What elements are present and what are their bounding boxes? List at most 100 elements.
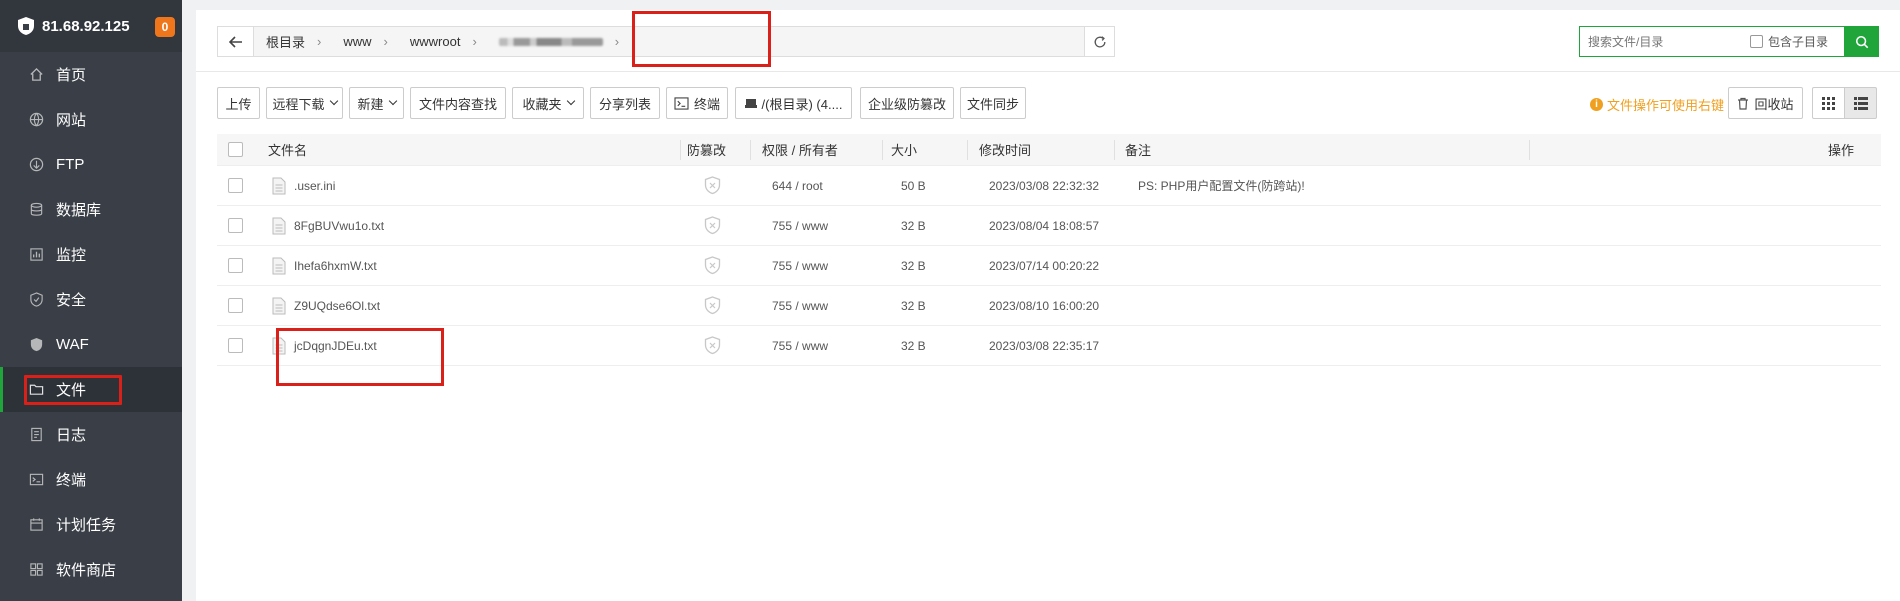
sidebar-item-label: 监控: [56, 247, 87, 264]
terminal-icon: [28, 472, 44, 488]
sidebar-item-ftp[interactable]: FTP: [0, 142, 182, 187]
sidebar-item-files[interactable]: 文件: [0, 367, 182, 412]
select-all-checkbox[interactable]: [228, 142, 243, 157]
back-button[interactable]: [218, 27, 254, 56]
new-button[interactable]: 新建: [349, 87, 404, 119]
row-checkbox[interactable]: [228, 218, 243, 233]
col-mtime[interactable]: 修改时间: [979, 140, 1031, 159]
crumb-site-redacted[interactable]: ›: [487, 34, 629, 49]
sidebar-item-waf[interactable]: WAF: [0, 322, 182, 367]
tamper-shield-icon[interactable]: [704, 296, 721, 315]
sidebar-item-label: 终端: [56, 472, 87, 489]
terminal-icon: [674, 96, 689, 110]
tamper-shield-icon[interactable]: [704, 336, 721, 355]
calendar-icon: [28, 517, 44, 533]
mtime-cell: 2023/08/04 18:08:57: [989, 218, 1100, 233]
chevron-right-icon: ›: [614, 34, 620, 49]
file-icon: [272, 177, 286, 194]
col-note: 备注: [1125, 143, 1152, 158]
sidebar: 81.68.92.125 0 首页 网站 FTP 数据库 监控 安全 WAF 文…: [0, 0, 182, 601]
crumb-www[interactable]: www ›: [331, 34, 398, 49]
sidebar-item-terminal[interactable]: 终端: [0, 457, 182, 502]
include-subdir-toggle[interactable]: 包含子目录: [1750, 33, 1828, 50]
monitor-icon: [28, 247, 44, 263]
crumb-root[interactable]: 根目录 ›: [254, 32, 331, 51]
arrow-left-icon: [228, 35, 242, 48]
list-view-button[interactable]: [1844, 87, 1877, 119]
sidebar-item-logs[interactable]: 日志: [0, 412, 182, 457]
database-icon: [28, 202, 44, 218]
perm-cell[interactable]: 755 / www: [772, 219, 828, 233]
file-name-cell[interactable]: Ihefa6hxmW.txt: [272, 257, 377, 275]
upload-button[interactable]: 上传: [217, 87, 260, 119]
terminal-button[interactable]: 终端: [666, 87, 728, 119]
sidebar-item-label: 日志: [56, 427, 87, 444]
col-name[interactable]: 文件名: [268, 140, 307, 159]
favorites-button[interactable]: 收藏夹: [512, 87, 584, 119]
notification-badge[interactable]: 0: [155, 17, 175, 37]
tamper-shield-icon[interactable]: [704, 216, 721, 235]
sidebar-item-database[interactable]: 数据库: [0, 187, 182, 232]
file-manager-panel: 根目录› www› wwwroot› › 包含子目录 上传 远程下载 新建 文件…: [196, 10, 1900, 601]
file-name-cell[interactable]: 8FgBUVwu1o.txt: [272, 217, 384, 235]
chevron-right-icon: ›: [472, 34, 477, 49]
grid-view-button[interactable]: [1812, 87, 1845, 119]
recycle-bin-button[interactable]: 回收站: [1728, 87, 1803, 119]
shield-icon: [28, 292, 44, 308]
file-icon: [272, 257, 286, 274]
ftp-icon: [28, 157, 44, 173]
apps-icon: [28, 562, 44, 578]
row-checkbox[interactable]: [228, 298, 243, 313]
mtime-cell: 2023/03/08 22:32:32: [989, 178, 1100, 193]
sidebar-item-home[interactable]: 首页: [0, 52, 182, 97]
row-checkbox[interactable]: [228, 178, 243, 193]
trash-icon: [1738, 97, 1749, 110]
content-search-button[interactable]: 文件内容查找: [410, 87, 506, 119]
table-row[interactable]: Ihefa6hxmW.txt 755 / www 32 B 2023/07/14…: [217, 246, 1881, 286]
mtime-cell: 2023/03/08 22:35:17: [989, 338, 1100, 353]
tamper-shield-icon[interactable]: [704, 256, 721, 275]
mtime-cell: 2023/07/14 00:20:22: [989, 258, 1100, 273]
sidebar-item-app-store[interactable]: 软件商店: [0, 547, 182, 592]
col-size[interactable]: 大小: [891, 140, 917, 159]
sidebar-item-cron[interactable]: 计划任务: [0, 502, 182, 547]
column-divider: [882, 140, 883, 160]
size-cell: 50 B: [901, 178, 926, 193]
table-row[interactable]: .user.ini 644 / root 50 B 2023/03/08 22:…: [217, 166, 1881, 206]
share-list-button[interactable]: 分享列表: [590, 87, 660, 119]
sidebar-item-monitor[interactable]: 监控: [0, 232, 182, 277]
file-name-cell[interactable]: .user.ini: [272, 177, 335, 195]
row-checkbox[interactable]: [228, 338, 243, 353]
table-row[interactable]: Z9UQdse6Ol.txt 755 / www 32 B 2023/08/10…: [217, 286, 1881, 326]
sidebar-item-security[interactable]: 安全: [0, 277, 182, 322]
disk-button[interactable]: /(根目录) (4....: [735, 87, 852, 119]
tamper-shield-icon[interactable]: [704, 176, 721, 195]
tamper-protect-button[interactable]: 企业级防篡改: [860, 87, 954, 119]
perm-cell[interactable]: 755 / www: [772, 299, 828, 313]
perm-cell[interactable]: 755 / www: [772, 259, 828, 273]
column-divider: [750, 140, 751, 160]
remote-download-button[interactable]: 远程下载: [266, 87, 343, 119]
note-cell[interactable]: PS: PHP用户配置文件(防跨站)!: [1138, 177, 1305, 194]
column-divider: [1529, 140, 1530, 160]
column-divider: [1114, 140, 1115, 160]
row-checkbox[interactable]: [228, 258, 243, 273]
search-input[interactable]: [1580, 27, 1750, 56]
table-row[interactable]: jcDqgnJDEu.txt 755 / www 32 B 2023/03/08…: [217, 326, 1881, 366]
brand-shield-icon: [18, 17, 34, 35]
table-row[interactable]: 8FgBUVwu1o.txt 755 / www 32 B 2023/08/04…: [217, 206, 1881, 246]
list-icon: [1853, 96, 1868, 110]
refresh-button[interactable]: [1084, 27, 1114, 56]
include-subdir-checkbox[interactable]: [1750, 35, 1763, 48]
search-button[interactable]: [1844, 26, 1879, 57]
file-name-cell[interactable]: Z9UQdse6Ol.txt: [272, 297, 380, 315]
sidebar-item-website[interactable]: 网站: [0, 97, 182, 142]
perm-cell[interactable]: 644 / root: [772, 179, 823, 193]
redacted-text: [498, 37, 603, 46]
col-perm[interactable]: 权限 / 所有者: [762, 140, 838, 159]
chevron-down-icon: [329, 96, 338, 106]
crumb-wwwroot[interactable]: wwwroot ›: [398, 34, 487, 49]
chevron-down-icon: [566, 96, 575, 106]
perm-cell[interactable]: 755 / www: [772, 339, 828, 353]
file-sync-button[interactable]: 文件同步: [960, 87, 1026, 119]
